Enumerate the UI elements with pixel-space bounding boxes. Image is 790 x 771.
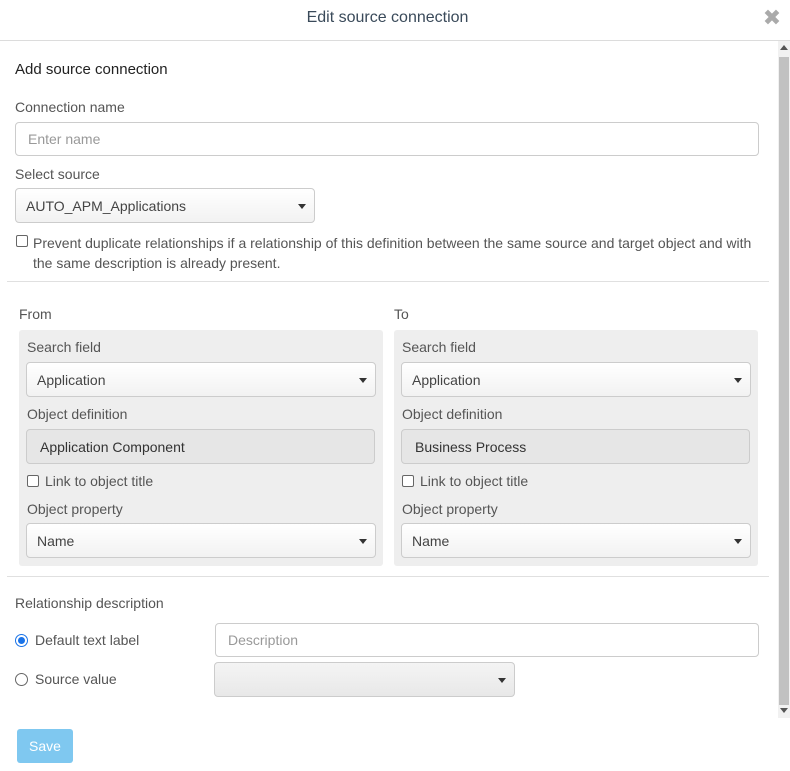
to-object-property-dropdown[interactable]: Name	[401, 523, 751, 558]
section-title: Add source connection	[15, 61, 168, 78]
to-search-field-value: Application	[412, 371, 481, 388]
from-search-field-dropdown[interactable]: Application	[26, 362, 376, 397]
from-object-definition-value: Application Component	[40, 438, 185, 455]
default-text-radio[interactable]	[15, 634, 28, 647]
from-object-definition-label: Object definition	[27, 406, 128, 422]
scrollbar-thumb[interactable]	[779, 57, 789, 705]
from-object-property-value: Name	[37, 532, 75, 549]
to-heading: To	[394, 306, 409, 322]
prevent-duplicates-label-line2: the same description is already present.	[33, 255, 281, 271]
select-source-value: AUTO_APM_Applications	[26, 197, 187, 214]
select-source-dropdown[interactable]: AUTO_APM_Applications	[15, 188, 315, 223]
from-object-definition-field: Application Component	[26, 429, 375, 464]
scrollbar[interactable]	[778, 41, 790, 718]
source-value-radio[interactable]	[15, 673, 28, 686]
description-input[interactable]: Description	[215, 623, 759, 657]
connection-name-input[interactable]: Enter name	[15, 122, 759, 156]
relationship-description-label: Relationship description	[15, 595, 164, 611]
from-link-to-title-checkbox[interactable]	[27, 475, 39, 487]
chevron-down-icon	[734, 538, 742, 544]
divider	[7, 281, 769, 282]
divider	[7, 576, 769, 577]
chevron-down-icon	[498, 677, 506, 683]
prevent-duplicates-label: Prevent duplicate relationships if a rel…	[33, 233, 773, 273]
from-search-field-value: Application	[37, 371, 106, 388]
prevent-duplicates-label-line1: Prevent duplicate relationships if a rel…	[33, 235, 752, 251]
from-object-property-dropdown[interactable]: Name	[26, 523, 376, 558]
source-value-label: Source value	[35, 671, 117, 687]
scroll-down-arrow-icon[interactable]	[780, 708, 788, 713]
default-text-label: Default text label	[35, 632, 140, 648]
from-search-field-label: Search field	[27, 339, 101, 355]
save-button[interactable]: Save	[17, 729, 73, 763]
to-search-field-label: Search field	[402, 339, 476, 355]
to-object-definition-label: Object definition	[402, 406, 503, 422]
chevron-down-icon	[359, 377, 367, 383]
dialog-title: Edit source connection	[306, 9, 469, 26]
chevron-down-icon	[734, 377, 742, 383]
select-source-label: Select source	[15, 166, 100, 182]
to-object-property-value: Name	[412, 532, 450, 549]
to-object-definition-value: Business Process	[415, 438, 527, 455]
connection-name-label: Connection name	[15, 99, 125, 115]
source-value-dropdown[interactable]	[214, 662, 515, 697]
to-search-field-dropdown[interactable]: Application	[401, 362, 751, 397]
to-link-to-title-checkbox[interactable]	[402, 475, 414, 487]
connection-name-placeholder: Enter name	[28, 131, 101, 147]
from-heading: From	[19, 306, 52, 322]
close-icon[interactable]: ✖	[762, 7, 782, 29]
description-placeholder: Description	[228, 632, 299, 648]
to-object-property-label: Object property	[402, 501, 498, 517]
to-object-definition-field: Business Process	[401, 429, 750, 464]
chevron-down-icon	[359, 538, 367, 544]
scroll-up-arrow-icon[interactable]	[780, 45, 788, 50]
to-link-to-title-label: Link to object title	[420, 473, 529, 489]
from-link-to-title-label: Link to object title	[45, 473, 154, 489]
chevron-down-icon	[298, 203, 306, 209]
from-object-property-label: Object property	[27, 501, 123, 517]
dialog-header: Edit source connection ✖	[0, 0, 790, 41]
prevent-duplicates-checkbox[interactable]	[16, 235, 28, 247]
